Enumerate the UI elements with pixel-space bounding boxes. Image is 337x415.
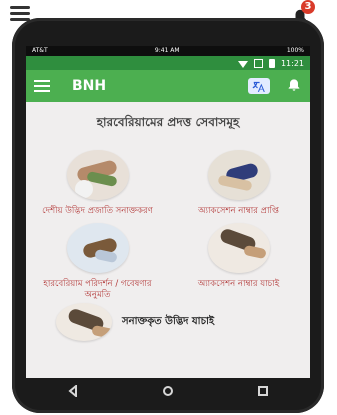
android-nav-bar (26, 380, 310, 402)
phone-screen: AT&T 9:41 AM 100% 11:21 BNH হারবেরিয়ামে… (26, 46, 310, 378)
hamburger-icon[interactable] (10, 6, 30, 21)
service-thumbnail (66, 150, 129, 200)
notification-badge: 3 (301, 0, 315, 14)
phone-frame: AT&T 9:41 AM 100% 11:21 BNH হারবেরিয়ামে… (12, 18, 324, 413)
carrier-text: AT&T (32, 47, 48, 54)
services-grid: দেশীয় উদ্ভিদ প্রজাতি সনাক্তকরণ অ্যাকসেশ… (32, 150, 304, 301)
wifi-icon (237, 60, 248, 68)
identified-plant-verify-row[interactable]: সনাক্তকৃত উদ্ভিদ যাচাই (32, 303, 304, 341)
services-content: হারবেরিয়ামের প্রদত্ত সেবাসমূহ দেশীয় উদ… (26, 102, 310, 341)
battery-text: 100% (286, 47, 304, 54)
android-status-bar: 11:21 (26, 56, 310, 70)
app-bell-icon[interactable] (286, 76, 302, 96)
translate-icon[interactable] (248, 78, 270, 94)
no-sim-icon (253, 58, 263, 68)
service-label: দেশীয় উদ্ভিদ প্রজাতি সনাক্তকরণ (42, 206, 153, 216)
identified-plant-verify-label: সনাক্তকৃত উদ্ভিদ যাচাই (122, 315, 215, 327)
back-triangle-icon[interactable] (67, 382, 79, 401)
ios-status-bar: AT&T 9:41 AM 100% (26, 46, 310, 56)
service-label: অ্যাকসেশন নাম্বার যাচাই (197, 279, 280, 289)
service-thumbnail (207, 150, 270, 200)
service-card-accession-number[interactable]: অ্যাকসেশন নাম্বার প্রাপ্তি (173, 150, 304, 217)
battery-icon (268, 58, 275, 68)
app-bar: BNH (26, 70, 310, 102)
app-title: BNH (72, 78, 107, 94)
service-card-identification[interactable]: দেশীয় উদ্ভিদ প্রজাতি সনাক্তকরণ (32, 150, 163, 217)
service-thumbnail (207, 223, 270, 273)
ios-time: 9:41 AM (154, 47, 180, 54)
service-thumbnail (56, 303, 112, 341)
home-circle-icon[interactable] (162, 382, 174, 401)
recent-square-icon[interactable] (257, 382, 269, 401)
services-heading: হারবেরিয়ামের প্রদত্ত সেবাসমূহ (96, 115, 240, 129)
menu-icon[interactable] (34, 80, 50, 92)
service-card-visit-research[interactable]: হারবেরিয়াম পরিদর্শন / গবেষণার অনুমতি (32, 223, 163, 301)
android-time: 11:21 (280, 58, 304, 68)
service-card-verify-accession[interactable]: অ্যাকসেশন নাম্বার যাচাই (173, 223, 304, 301)
service-label: অ্যাকসেশন নাম্বার প্রাপ্তি (198, 206, 279, 216)
service-thumbnail (66, 223, 129, 273)
service-label: হারবেরিয়াম পরিদর্শন / গবেষণার অনুমতি (43, 279, 152, 300)
